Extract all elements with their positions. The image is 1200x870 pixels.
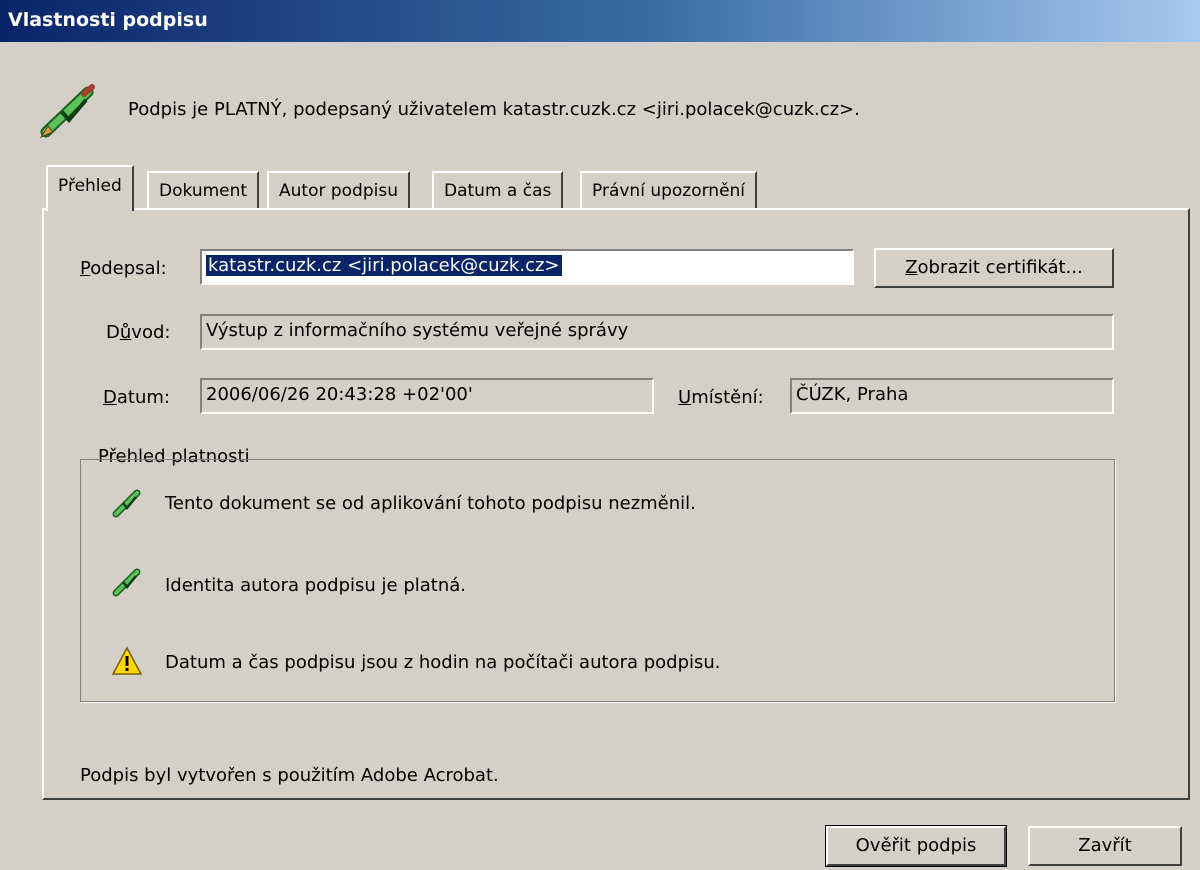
signature-valid-icon bbox=[39, 84, 95, 138]
validity-item-text: Tento dokument se od aplikování tohoto p… bbox=[165, 493, 696, 514]
location-value: ČÚZK, Praha bbox=[796, 384, 909, 405]
date-label: Datum: bbox=[103, 387, 170, 408]
reason-value: Výstup z informačního systému veřejné sp… bbox=[206, 320, 629, 341]
signed-by-field[interactable]: katastr.cuzk.cz <jiri.polacek@cuzk.cz> bbox=[200, 249, 854, 285]
validity-item-text: Identita autora podpisu je platná. bbox=[165, 575, 467, 596]
tab-prehled[interactable]: Přehled bbox=[46, 165, 134, 211]
tab-label: Autor podpisu bbox=[279, 181, 398, 201]
verify-signature-button[interactable]: Ověřit podpis bbox=[825, 825, 1007, 867]
window-title: Vlastnosti podpisu bbox=[8, 9, 208, 31]
location-field[interactable]: ČÚZK, Praha bbox=[790, 378, 1114, 414]
tab-label: Přehled bbox=[58, 176, 122, 196]
location-label: Umístění: bbox=[678, 387, 764, 408]
tab-label: Datum a čas bbox=[444, 181, 552, 201]
signature-valid-icon bbox=[112, 568, 141, 597]
signed-by-value: katastr.cuzk.cz <jiri.polacek@cuzk.cz> bbox=[206, 255, 562, 276]
tab-pravni-upozorneni[interactable]: Právní upozornění bbox=[580, 171, 758, 209]
signature-status-text: Podpis je PLATNÝ, podepsaný uživatelem k… bbox=[128, 99, 860, 120]
date-value: 2006/06/26 20:43:28 +02'00' bbox=[206, 384, 473, 405]
date-field[interactable]: 2006/06/26 20:43:28 +02'00' bbox=[200, 378, 654, 414]
tab-dokument[interactable]: Dokument bbox=[147, 171, 260, 209]
validity-item-text: Datum a čas podpisu jsou z hodin na počí… bbox=[165, 652, 721, 673]
reason-label: Důvod: bbox=[106, 322, 171, 343]
footer-note: Podpis byl vytvořen s použitím Adobe Acr… bbox=[80, 765, 499, 786]
tab-label: Dokument bbox=[159, 181, 248, 201]
tab-autor-podpisu[interactable]: Autor podpisu bbox=[267, 171, 410, 209]
show-certificate-button[interactable]: Zobrazit certifikát... bbox=[874, 248, 1114, 288]
tab-label: Právní upozornění bbox=[592, 181, 746, 201]
title-bar[interactable]: Vlastnosti podpisu bbox=[0, 0, 1200, 42]
reason-field[interactable]: Výstup z informačního systému veřejné sp… bbox=[200, 314, 1114, 350]
signed-by-label: Podepsal: bbox=[80, 258, 167, 279]
warning-icon bbox=[112, 646, 142, 675]
tab-datum-a-cas[interactable]: Datum a čas bbox=[432, 171, 564, 209]
close-button[interactable]: Zavřít bbox=[1028, 826, 1182, 866]
signature-valid-icon bbox=[112, 489, 141, 518]
